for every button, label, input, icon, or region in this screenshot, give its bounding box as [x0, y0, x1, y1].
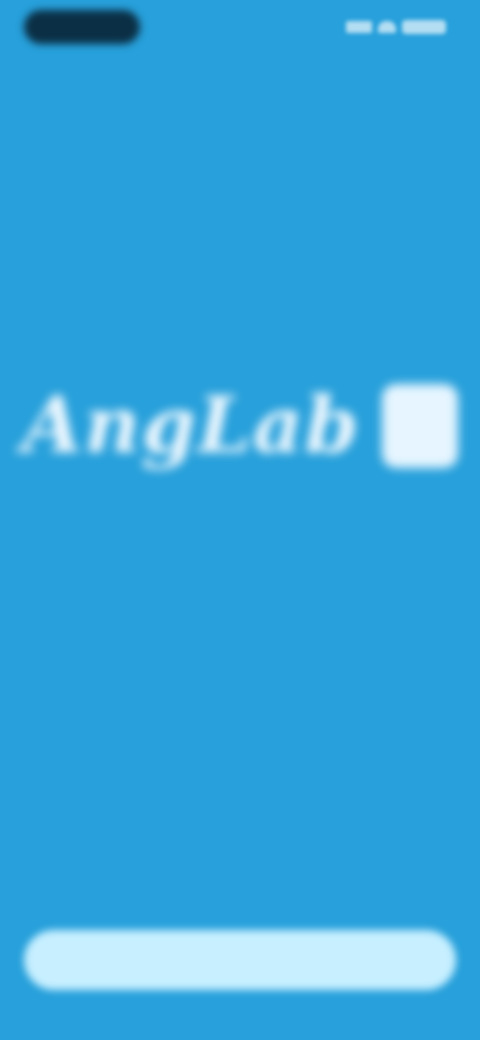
brand-logo: AngLab	[0, 380, 480, 471]
brand-name: AngLab	[22, 380, 360, 471]
wifi-icon	[378, 21, 396, 33]
signal-icon	[346, 21, 372, 33]
status-bar	[0, 0, 480, 64]
battery-icon	[402, 20, 446, 34]
brand-badge-icon	[381, 383, 458, 468]
status-indicators	[346, 20, 446, 34]
hero-section: AngLab	[0, 380, 480, 497]
status-time-pill	[24, 10, 140, 44]
get-started-button[interactable]	[24, 930, 456, 990]
